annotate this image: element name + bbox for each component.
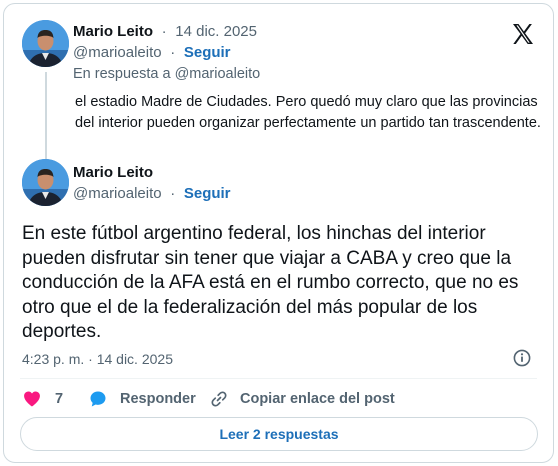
avatar[interactable] — [22, 159, 69, 206]
follow-separator: · — [166, 44, 180, 61]
main-header: Mario Leito — [73, 164, 153, 182]
thread-line — [45, 72, 47, 162]
follow-separator: · — [166, 185, 180, 202]
date-separator: · — [157, 23, 171, 40]
like-count: 7 — [55, 391, 64, 407]
author-name[interactable]: Mario Leito — [73, 23, 153, 40]
reply-button[interactable]: Responder — [88, 389, 196, 409]
follow-button[interactable]: Seguir — [184, 185, 231, 202]
main-handle-row: @marioaleito · Seguir — [73, 185, 231, 203]
in-reply-to[interactable]: En respuesta a @marioaleito — [73, 66, 260, 82]
divider — [20, 378, 537, 379]
reply-post-text: el estadio Madre de Ciudades. Pero quedó… — [75, 94, 541, 131]
reply-header: Mario Leito · 14 dic. 2025 — [73, 23, 257, 41]
main-post-text: En este fútbol argentino federal, los hi… — [22, 223, 519, 342]
heart-icon — [24, 391, 40, 407]
reply-label: Responder — [120, 391, 196, 407]
speech-bubble-icon — [90, 391, 106, 407]
copy-link-button[interactable]: Copiar enlace del post — [209, 389, 395, 409]
author-handle[interactable]: @marioaleito — [73, 44, 162, 61]
reply-handle-row: @marioaleito · Seguir — [73, 44, 231, 62]
post-timestamp[interactable]: 4:23 p. m. · 14 dic. 2025 — [22, 351, 173, 367]
author-name[interactable]: Mario Leito — [73, 164, 153, 181]
avatar[interactable] — [22, 20, 69, 67]
embedded-post-card: Mario Leito · 14 dic. 2025 @marioaleito … — [3, 3, 554, 463]
read-replies-button[interactable]: Leer 2 respuestas — [20, 417, 538, 451]
read-replies-label: Leer 2 respuestas — [219, 426, 339, 442]
author-handle[interactable]: @marioaleito — [73, 185, 162, 202]
follow-button[interactable]: Seguir — [184, 44, 231, 61]
post-date[interactable]: 14 dic. 2025 — [175, 23, 257, 40]
link-icon — [211, 391, 227, 407]
x-logo-icon[interactable] — [511, 22, 535, 46]
like-button[interactable]: 7 — [22, 389, 63, 409]
copy-link-label: Copiar enlace del post — [240, 391, 395, 407]
info-icon[interactable] — [513, 349, 531, 367]
